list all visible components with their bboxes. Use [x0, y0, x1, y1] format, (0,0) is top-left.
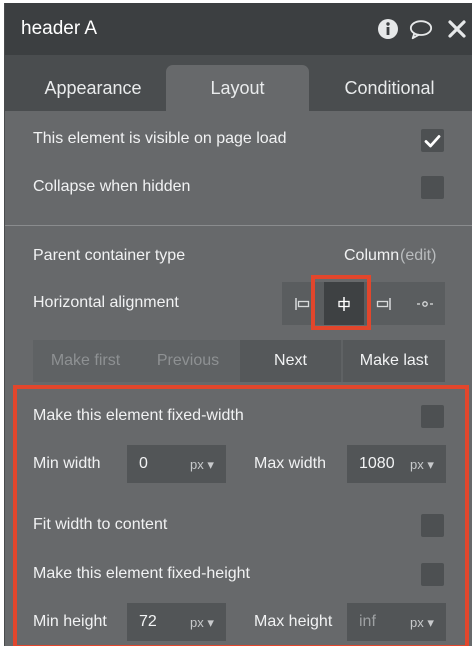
- align-distribute-icon[interactable]: [405, 282, 445, 325]
- comment-icon[interactable]: [409, 17, 433, 41]
- element-order-bar: Make first Previous Next Make last: [33, 340, 445, 382]
- previous-button[interactable]: Previous: [138, 340, 238, 382]
- tab-layout[interactable]: Layout: [166, 65, 309, 111]
- element-title: header A: [21, 18, 98, 39]
- visible-on-load-label: This element is visible on page load: [33, 130, 287, 147]
- tab-bar: Appearance Layout Conditional: [5, 55, 472, 111]
- alignment-highlight-box: [311, 275, 371, 330]
- horizontal-alignment-label: Horizontal alignment: [33, 294, 179, 311]
- parent-container-type-label: Parent container type: [33, 247, 186, 264]
- tab-appearance[interactable]: Appearance: [23, 65, 163, 111]
- tab-conditional[interactable]: Conditional: [317, 65, 462, 111]
- close-icon[interactable]: [445, 17, 469, 41]
- size-settings-highlight-box: [13, 385, 469, 646]
- collapse-when-hidden-checkbox[interactable]: [421, 176, 444, 199]
- collapse-when-hidden-label: Collapse when hidden: [33, 178, 191, 195]
- section-divider: [5, 225, 472, 226]
- next-button[interactable]: Next: [240, 340, 341, 382]
- property-editor-panel: header A Appearance Layout Conditional T…: [4, 3, 472, 646]
- info-icon[interactable]: [376, 17, 400, 41]
- panel-header: header A: [5, 3, 472, 55]
- parent-container-type-value: Column: [344, 247, 400, 264]
- edit-container-link[interactable]: (edit): [400, 247, 436, 265]
- make-first-button[interactable]: Make first: [33, 340, 138, 382]
- checkmark-icon: [424, 134, 441, 147]
- make-last-button[interactable]: Make last: [343, 340, 445, 382]
- visible-on-load-checkbox[interactable]: [421, 129, 444, 152]
